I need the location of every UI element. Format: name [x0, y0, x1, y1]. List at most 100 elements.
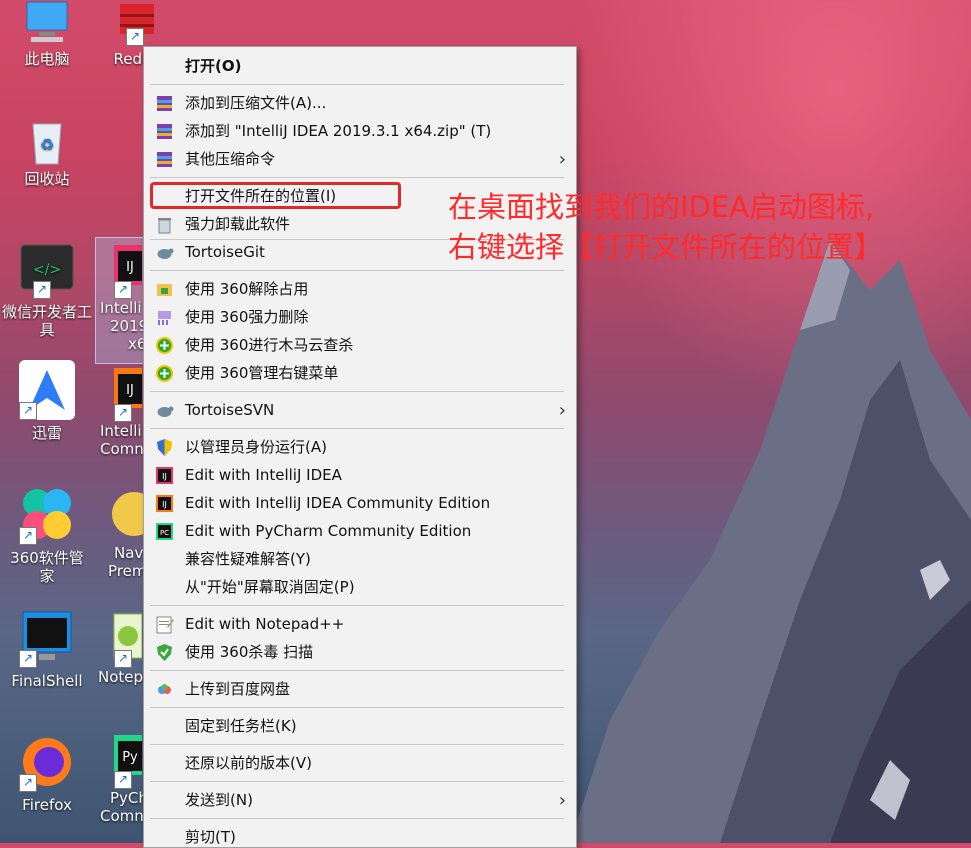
menu-item-pin-taskbar[interactable]: 固定到任务栏(K) [144, 713, 576, 740]
notepad-icon [155, 615, 174, 634]
menu-item-label: 使用 360杀毒 扫描 [185, 643, 314, 661]
menu-item-add-to-zip[interactable]: 添加到 "IntelliJ IDEA 2019.3.1 x64.zip" (T) [144, 118, 576, 145]
menu-item-label: 固定到任务栏(K) [185, 717, 297, 735]
intellij-idea-icon: IJ ↗ [100, 243, 142, 299]
desktop-icon-label: 360软件管家 [10, 549, 84, 585]
redis-icon: ↗ [108, 0, 164, 46]
desktop-icon-xunlei[interactable]: ↗ 迅雷 [3, 360, 91, 442]
menu-item-upload-baidu[interactable]: 上传到百度网盘 [144, 676, 576, 703]
shortcut-arrow-icon: ↗ [114, 650, 132, 668]
desktop-icon-firefox[interactable]: ↗ Firefox [3, 732, 91, 814]
wechat-devtools-icon: </> ↗ [19, 243, 75, 299]
submenu-arrow-icon: › [558, 790, 566, 811]
trash-icon [155, 215, 174, 234]
desktop-icon-label: 具 [39, 321, 55, 339]
pycharm-icon: PC [155, 522, 174, 541]
menu-item-open[interactable]: 打开(O) [144, 53, 576, 80]
wallpaper-mountain [570, 240, 971, 843]
shortcut-arrow-icon: ↗ [19, 402, 37, 420]
desktop-icon-wechat-devtools[interactable]: </> ↗ 微信开发者工 具 [0, 243, 94, 339]
menu-item-label: Edit with IntelliJ IDEA Community Editio… [185, 494, 491, 512]
intellij-community-icon: IJ ↗ [100, 366, 142, 422]
desktop-icon-360-software[interactable]: ↗ 360软件管家 [3, 485, 91, 585]
annotation-line-1: 在桌面找到我们的IDEA启动图标, [448, 190, 875, 224]
menu-separator [150, 744, 564, 745]
menu-item-label: 添加到 "IntelliJ IDEA 2019.3.1 x64.zip" (T) [185, 122, 492, 140]
shred-icon [155, 308, 174, 327]
menu-item-label: 强力卸载此软件 [185, 215, 291, 233]
desktop-icon-label: 微信开发者工 [1, 303, 92, 321]
svg-text:IJ: IJ [162, 472, 167, 481]
recycle-bin-icon: ♻ [19, 118, 75, 166]
shield-green-icon [155, 643, 174, 662]
svg-text:PC: PC [160, 529, 169, 537]
menu-separator [150, 707, 564, 708]
plus-green-icon [155, 336, 174, 355]
svg-text:IJ: IJ [126, 260, 134, 275]
shortcut-arrow-icon: ↗ [19, 527, 37, 545]
winrar-icon [155, 122, 174, 141]
desktop-icon-label: 迅雷 [31, 424, 62, 442]
menu-item-cut[interactable]: 剪切(T) [144, 824, 576, 847]
menu-item-label: 还原以前的版本(V) [185, 754, 312, 772]
menu-item-restore-versions[interactable]: 还原以前的版本(V) [144, 750, 576, 777]
firefox-icon: ↗ [19, 732, 75, 792]
shortcut-arrow-icon: ↗ [33, 281, 51, 299]
menu-separator [150, 177, 564, 178]
svg-text:IJ: IJ [162, 500, 167, 509]
folder-unlock-icon [155, 280, 174, 299]
menu-item-run-as-admin[interactable]: 以管理员身份运行(A) [144, 434, 576, 461]
desktop-icon-finalshell[interactable]: ↗ FinalShell [3, 608, 91, 690]
desktop-icon-label: 回收站 [24, 170, 70, 188]
menu-item-label: 剪切(T) [185, 828, 236, 846]
menu-item-label: 使用 360管理右键菜单 [185, 364, 339, 382]
menu-item-label: 以管理员身份运行(A) [185, 438, 327, 456]
menu-item-tortoisesvn[interactable]: TortoiseSVN › [144, 397, 576, 424]
baidu-cloud-icon [155, 680, 174, 699]
menu-item-label: 发送到(N) [185, 791, 253, 809]
computer-icon [19, 0, 75, 46]
menu-separator [150, 670, 564, 671]
menu-item-edit-intellij-community[interactable]: IJ Edit with IntelliJ IDEA Community Edi… [144, 490, 576, 517]
pycharm-icon: Py ↗ [100, 733, 142, 789]
menu-item-compat-troubleshoot[interactable]: 兼容性疑难解答(Y) [144, 546, 576, 573]
intellij-icon: IJ [155, 466, 174, 485]
annotation-text: 在桌面找到我们的IDEA启动图标, 右键选择【打开文件所在的位置】 [448, 187, 883, 267]
menu-item-label: Edit with IntelliJ IDEA [185, 466, 342, 484]
menu-item-other-compress[interactable]: 其他压缩命令 › [144, 146, 576, 173]
menu-item-add-to-archive[interactable]: 添加到压缩文件(A)... [144, 90, 576, 117]
menu-item-unpin-start[interactable]: 从"开始"屏幕取消固定(P) [144, 574, 576, 601]
menu-item-label: 兼容性疑难解答(Y) [185, 550, 311, 568]
xunlei-bird-icon: ↗ [19, 360, 75, 420]
desktop-icon-label: 此电脑 [24, 50, 70, 68]
desktop-icon-this-pc[interactable]: 此电脑 [3, 0, 91, 68]
menu-separator [150, 605, 564, 606]
360-software-manager-icon: ↗ [19, 485, 75, 545]
context-menu: 打开(O) 添加到压缩文件(A)... 添加到 "IntelliJ IDEA 2… [143, 46, 577, 848]
svg-text:Py: Py [122, 750, 138, 765]
menu-item-edit-pycharm[interactable]: PC Edit with PyCharm Community Edition [144, 518, 576, 545]
desktop-icon-recycle-bin[interactable]: ♻ 回收站 [3, 118, 91, 188]
menu-item-label: 上传到百度网盘 [185, 680, 291, 698]
shortcut-arrow-icon: ↗ [114, 281, 132, 299]
menu-separator [150, 391, 564, 392]
desktop-icon-label: Firefox [22, 796, 72, 814]
menu-item-send-to[interactable]: 发送到(N) › [144, 787, 576, 814]
menu-item-label: 其他压缩命令 [185, 150, 276, 168]
annotation-line-2: 右键选择【打开文件所在的位置】 [448, 230, 884, 264]
shortcut-arrow-icon: ↗ [114, 404, 132, 422]
menu-item-360-force-delete[interactable]: 使用 360强力删除 [144, 304, 576, 331]
notepadpp-icon: ↗ [98, 612, 143, 668]
menu-item-360-menu-manage[interactable]: 使用 360管理右键菜单 [144, 360, 576, 387]
menu-separator [150, 428, 564, 429]
menu-item-edit-notepadpp[interactable]: Edit with Notepad++ [144, 611, 576, 638]
tortoise-icon [155, 243, 174, 262]
shortcut-arrow-icon: ↗ [114, 771, 132, 789]
winrar-icon [155, 94, 174, 113]
menu-item-label: 从"开始"屏幕取消固定(P) [185, 578, 355, 596]
menu-item-360-unlock[interactable]: 使用 360解除占用 [144, 276, 576, 303]
menu-item-360-antivirus-scan[interactable]: 使用 360杀毒 扫描 [144, 639, 576, 666]
menu-item-edit-intellij[interactable]: IJ Edit with IntelliJ IDEA [144, 462, 576, 489]
winrar-icon [155, 150, 174, 169]
menu-item-360-trojan-scan[interactable]: 使用 360进行木马云查杀 [144, 332, 576, 359]
